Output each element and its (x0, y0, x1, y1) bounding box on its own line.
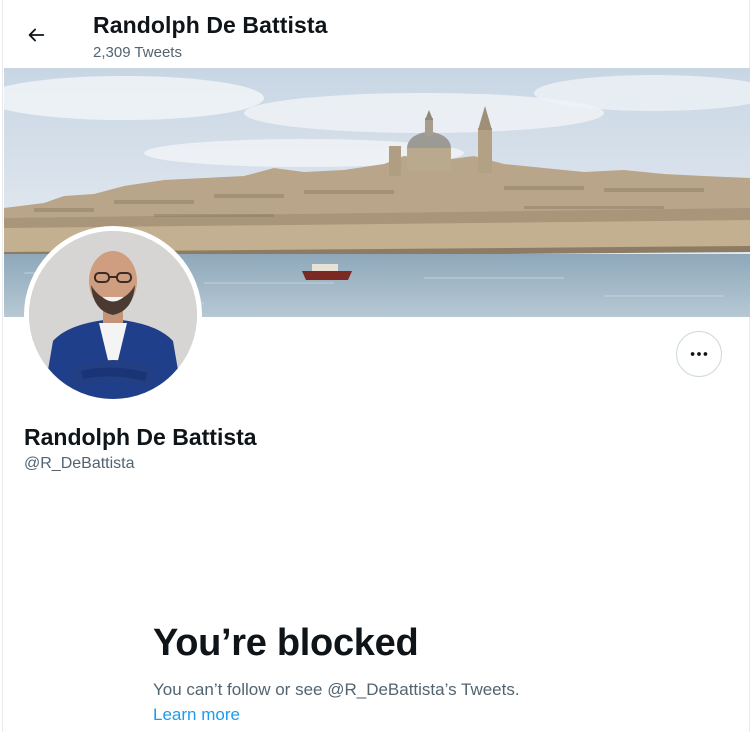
learn-more-link[interactable]: Learn more (153, 705, 240, 725)
avatar-image (29, 231, 197, 399)
back-button[interactable] (18, 17, 54, 53)
arrow-left-icon (28, 28, 45, 42)
more-options-button[interactable] (676, 331, 722, 377)
header-title: Randolph De Battista (93, 12, 328, 38)
profile-header-bar: Randolph De Battista 2,309 Tweets (3, 0, 749, 68)
tweet-count: 2,309 Tweets (93, 44, 182, 61)
profile-handle: @R_DeBattista (24, 455, 135, 472)
blocked-title: You’re blocked (153, 622, 419, 664)
profile-column: Randolph De Battista 2,309 Tweets Randol… (2, 0, 750, 732)
profile-name: Randolph De Battista (24, 424, 257, 450)
more-horizontal-icon (690, 352, 708, 356)
profile-avatar[interactable] (24, 226, 202, 404)
blocked-message: You can’t follow or see @R_DeBattista’s … (153, 680, 520, 699)
